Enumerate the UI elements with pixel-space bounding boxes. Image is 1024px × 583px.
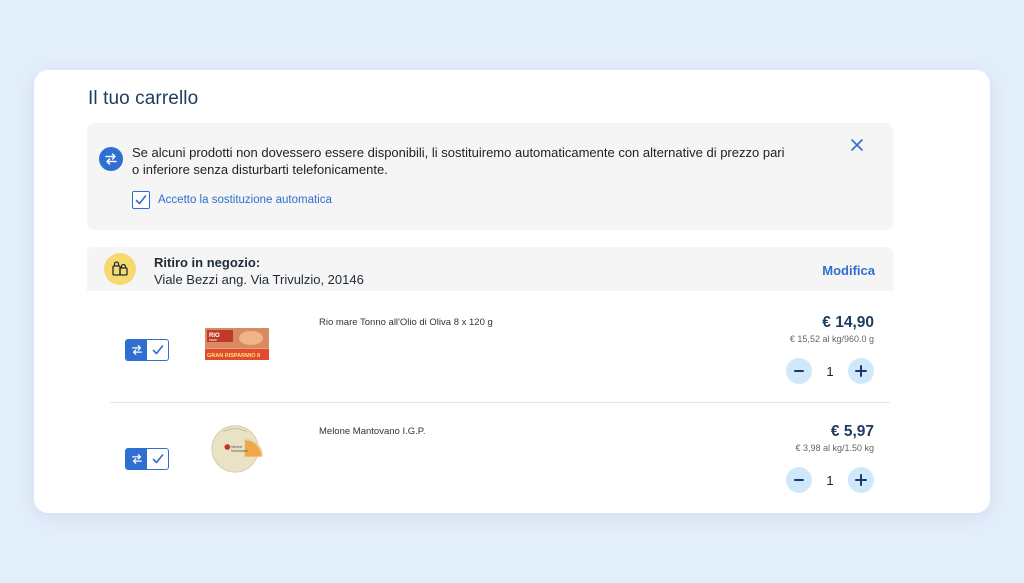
increase-quantity-button[interactable] (848, 467, 874, 493)
store-pickup-bar: Ritiro in negozio: Viale Bezzi ang. Via … (87, 247, 893, 291)
product-name[interactable]: Rio mare Tonno all'Olio di Oliva 8 x 120… (319, 317, 493, 328)
quantity-value: 1 (826, 472, 834, 488)
check-icon (135, 195, 147, 205)
product-unit-price: € 15,52 al kg/960.0 g (789, 334, 874, 344)
minus-icon (794, 370, 804, 372)
auto-substitution-option[interactable]: Accetto la sostituzione automatica (132, 191, 332, 209)
quantity-stepper: 1 (786, 358, 874, 384)
increase-quantity-button[interactable] (848, 358, 874, 384)
swap-icon (126, 449, 147, 469)
modify-store-link[interactable]: Modifica (822, 263, 875, 278)
notice-text: Se alcuni prodotti non dovessero essere … (132, 145, 785, 177)
auto-substitution-checkbox[interactable] (132, 191, 150, 209)
cart-item: RIO mare GRAN RISPARMIO 8 Rio mare Tonno… (110, 294, 890, 403)
swap-icon (126, 340, 147, 360)
product-name[interactable]: Melone Mantovano I.G.P. (319, 426, 426, 437)
minus-icon (794, 479, 804, 481)
product-price: € 14,90 (822, 314, 874, 331)
swap-icon (99, 147, 123, 171)
substitution-toggle[interactable] (125, 339, 169, 361)
plus-icon (855, 365, 867, 377)
check-icon (147, 449, 168, 469)
product-image-melon: Melone Mantovano (211, 425, 264, 473)
plus-icon (855, 474, 867, 486)
substitution-toggle[interactable] (125, 448, 169, 470)
product-image-tuna: RIO mare GRAN RISPARMIO 8 (205, 328, 269, 360)
page-title: Il tuo carrello (88, 88, 199, 109)
store-address: Viale Bezzi ang. Via Trivulzio, 20146 (154, 272, 364, 287)
cart-item: Melone Mantovano Melone Mantovano I.G.P.… (110, 403, 890, 511)
svg-text:GRAN RISPARMIO 8: GRAN RISPARMIO 8 (207, 353, 260, 359)
svg-text:Mantovano: Mantovano (231, 449, 248, 453)
cart-card: Il tuo carrello Se alcuni prodotti non d… (34, 70, 990, 513)
product-price: € 5,97 (830, 423, 874, 440)
decrease-quantity-button[interactable] (786, 358, 812, 384)
product-unit-price: € 3,98 al kg/1.50 kg (795, 443, 874, 453)
auto-substitution-label[interactable]: Accetto la sostituzione automatica (158, 194, 332, 206)
store-bags-icon (104, 253, 136, 285)
check-icon (147, 340, 168, 360)
svg-text:mare: mare (209, 338, 217, 342)
decrease-quantity-button[interactable] (786, 467, 812, 493)
store-title: Ritiro in negozio: (154, 255, 261, 270)
quantity-value: 1 (826, 363, 834, 379)
quantity-stepper: 1 (786, 467, 874, 493)
substitution-notice: Se alcuni prodotti non dovessero essere … (87, 123, 893, 230)
close-icon[interactable] (847, 135, 867, 155)
